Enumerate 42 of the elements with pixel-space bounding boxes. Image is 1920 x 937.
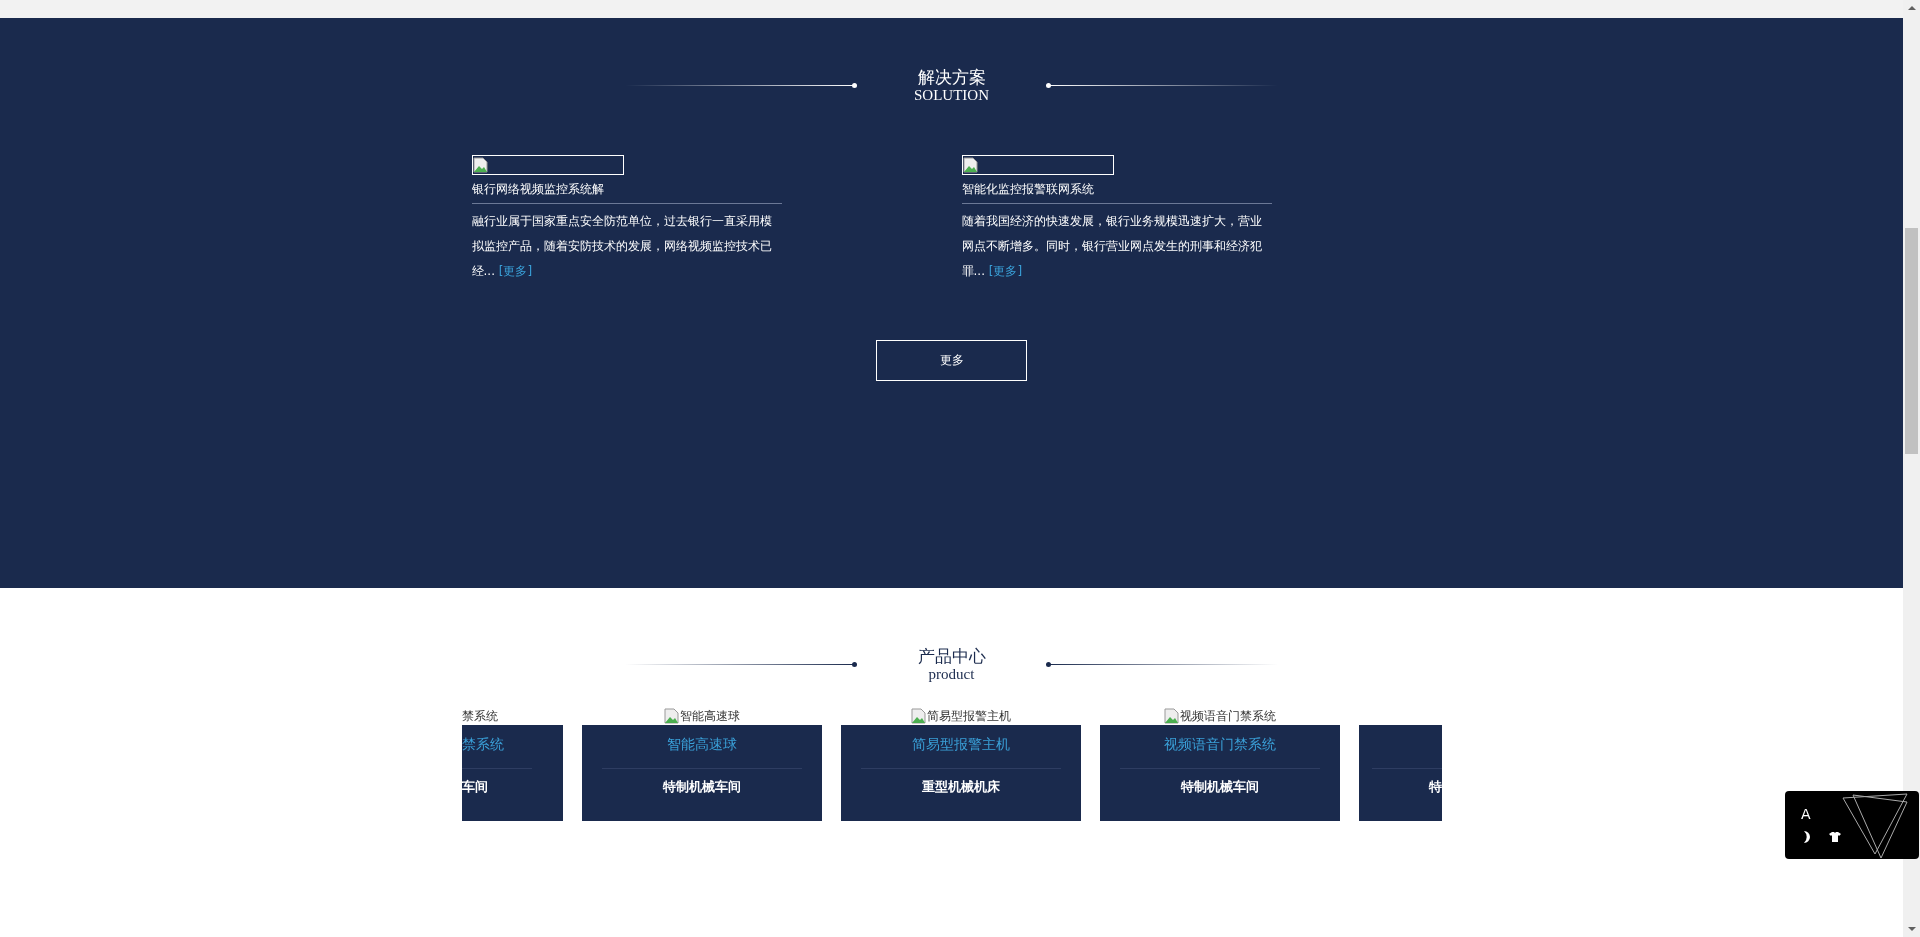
scroll-up-icon[interactable] (1907, 6, 1916, 10)
section-title: 产品中心 (917, 646, 986, 666)
product-title: 视频语音门禁系统 (1163, 735, 1276, 754)
image-alt-text: 视频语音门禁系统 (1179, 707, 1276, 725)
product-title: 智能高速球 (666, 735, 737, 754)
section-subtitle: product (928, 666, 975, 682)
triangles-drawing (1841, 792, 1911, 858)
product-title: 禁系统 (461, 735, 504, 754)
broken-image-icon (663, 708, 680, 724)
more-button[interactable]: 更多 (876, 340, 1027, 381)
broken-image-icon (962, 157, 979, 173)
product-card[interactable]: 简易型报警主机 重型机械机床 (840, 725, 1081, 821)
scroll-down-icon[interactable] (1907, 927, 1916, 931)
product-card[interactable]: 智能高速球 特制机械车间 (581, 725, 822, 821)
font-size-button[interactable]: A (1801, 806, 1841, 822)
more-link[interactable]: [更多] (498, 264, 533, 278)
solution-description: 随着我国经济的快速发展，银行业务规模迅速扩大，营业网点不断增多。同时，银行营业网点发生的刑事和经济犯罪... [更多] (961, 213, 1263, 280)
scrollbar-thumb[interactable] (1905, 228, 1918, 454)
image-alt-text: 智能高速球 (679, 707, 740, 725)
broken-image-icon (1163, 708, 1180, 724)
product-card[interactable]: 视频语音门禁系统 特制机械车间 (1099, 725, 1340, 821)
section-subtitle: SOLUTION (914, 87, 989, 103)
product-subtitle: 车间 (461, 778, 488, 796)
solution-title[interactable]: 银行网络视频监控系统解 (471, 180, 782, 204)
product-subtitle: 特 (1428, 778, 1442, 796)
broken-image-icon (910, 708, 927, 724)
section-title: 解决方案 (917, 67, 986, 87)
product-title: 简易型报警主机 (911, 735, 1010, 754)
solution-title[interactable]: 智能化监控报警联网系统 (961, 180, 1272, 204)
more-link[interactable]: [更多] (988, 264, 1023, 278)
solution-description: 融行业属于国家重点安全防范单位，过去银行一直采用模拟监控产品，随着安防技术的发展，网络视频监控技术已经... [更多] (471, 213, 773, 280)
moon-icon[interactable] (1801, 830, 1811, 844)
product-subtitle: 特制机械车间 (1180, 778, 1259, 796)
product-card[interactable]: 禁系统 车间 (461, 725, 563, 821)
image-alt-text: 禁系统 (461, 707, 498, 725)
product-subtitle: 重型机械机床 (921, 778, 1000, 796)
shirt-icon[interactable] (1829, 832, 1841, 842)
scrollbar[interactable] (1903, 0, 1920, 937)
product-card[interactable]: 特 (1358, 725, 1442, 821)
product-subtitle: 特制机械车间 (662, 778, 741, 796)
broken-image-icon (472, 157, 489, 173)
image-alt-text: 简易型报警主机 (926, 707, 1011, 725)
